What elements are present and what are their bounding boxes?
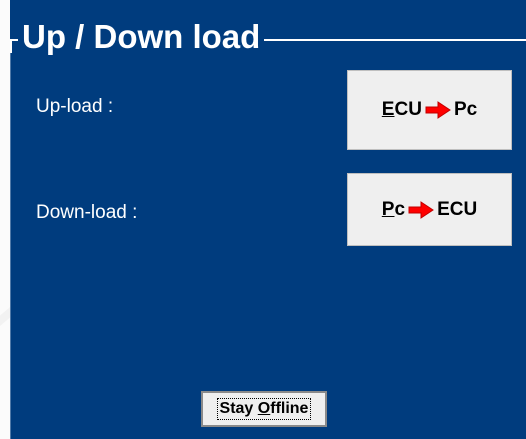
group-frame-left-tick [10,39,12,53]
upload-mnemonic: E [381,99,395,120]
panel-edge [10,40,11,439]
upload-target-label: Pc [453,99,478,120]
up-down-load-panel: Up / Down load Up-load : E CU Pc Down-loa… [10,0,526,439]
stay-offline-rest: ffline [270,400,309,417]
download-label: Down-load : [36,202,138,223]
stay-offline-button[interactable]: Stay Offline [201,391,327,427]
download-target-label: ECU [437,198,478,220]
group-title: Up / Down load [18,18,265,56]
upload-source-label: CU [394,99,422,120]
download-pc-to-ecu-button[interactable]: Pc ECU [347,173,512,246]
download-source-label: c [394,198,406,220]
red-right-arrow-icon [408,200,434,219]
focus-rectangle: Stay Offline [216,398,312,420]
stay-offline-mnemonic: O [257,400,271,417]
red-right-arrow-icon [425,101,451,119]
stay-offline-prefix: Stay [219,400,258,417]
upload-label: Up-load : [36,96,114,117]
download-mnemonic: P [381,198,395,220]
upload-ecu-to-pc-button[interactable]: E CU Pc [347,70,512,150]
